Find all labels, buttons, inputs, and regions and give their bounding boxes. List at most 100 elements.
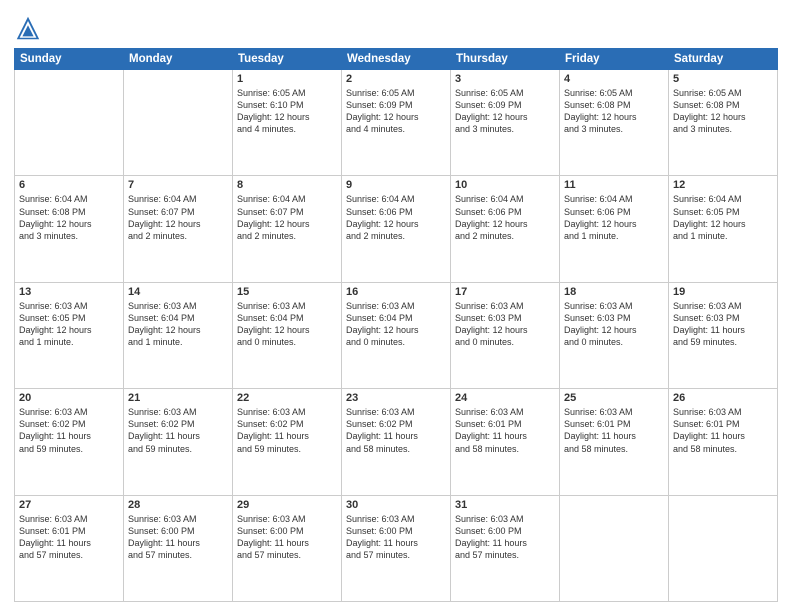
day-number: 14 [128, 286, 228, 298]
cell-content: Sunrise: 6:05 AM Sunset: 6:09 PM Dayligh… [346, 87, 446, 136]
day-number: 6 [19, 179, 119, 191]
cell-content: Sunrise: 6:03 AM Sunset: 6:01 PM Dayligh… [673, 406, 773, 455]
calendar-cell: 1 Sunrise: 6:05 AM Sunset: 6:10 PM Daylig… [233, 70, 342, 176]
day-number: 17 [455, 286, 555, 298]
day-number: 4 [564, 73, 664, 85]
cell-content: Sunrise: 6:04 AM Sunset: 6:07 PM Dayligh… [237, 193, 337, 242]
cell-content: Sunrise: 6:03 AM Sunset: 6:00 PM Dayligh… [346, 513, 446, 562]
cell-content: Sunrise: 6:03 AM Sunset: 6:01 PM Dayligh… [19, 513, 119, 562]
calendar-cell: 28 Sunrise: 6:03 AM Sunset: 6:00 PM Dayli… [124, 495, 233, 601]
weekday-header: Tuesday [233, 49, 342, 70]
cell-content: Sunrise: 6:03 AM Sunset: 6:02 PM Dayligh… [237, 406, 337, 455]
day-number: 26 [673, 392, 773, 404]
day-number: 8 [237, 179, 337, 191]
cell-content: Sunrise: 6:03 AM Sunset: 6:03 PM Dayligh… [673, 300, 773, 349]
week-row: 27Sunrise: 6:03 AM Sunset: 6:01 PM Dayli… [15, 495, 778, 601]
calendar-cell: 11 Sunrise: 6:04 AM Sunset: 6:06 PM Dayli… [560, 176, 669, 282]
calendar-cell [669, 495, 778, 601]
day-number: 3 [455, 73, 555, 85]
calendar-cell: 6 Sunrise: 6:04 AM Sunset: 6:08 PM Daylig… [15, 176, 124, 282]
calendar-cell: 10 Sunrise: 6:04 AM Sunset: 6:06 PM Dayli… [451, 176, 560, 282]
calendar-cell [124, 70, 233, 176]
weekday-header: Sunday [15, 49, 124, 70]
cell-content: Sunrise: 6:03 AM Sunset: 6:04 PM Dayligh… [346, 300, 446, 349]
day-number: 24 [455, 392, 555, 404]
calendar-cell: 18 Sunrise: 6:03 AM Sunset: 6:03 PM Dayli… [560, 282, 669, 388]
weekday-header: Friday [560, 49, 669, 70]
cell-content: Sunrise: 6:04 AM Sunset: 6:06 PM Dayligh… [346, 193, 446, 242]
calendar-cell: 2 Sunrise: 6:05 AM Sunset: 6:09 PM Daylig… [342, 70, 451, 176]
day-number: 28 [128, 499, 228, 511]
week-row: 13 Sunrise: 6:03 AM Sunset: 6:05 PM Dayli… [15, 282, 778, 388]
day-number: 16 [346, 286, 446, 298]
day-number: 25 [564, 392, 664, 404]
cell-content: Sunrise: 6:05 AM Sunset: 6:09 PM Dayligh… [455, 87, 555, 136]
cell-content: Sunrise: 6:03 AM Sunset: 6:03 PM Dayligh… [564, 300, 664, 349]
weekday-row: SundayMondayTuesdayWednesdayThursdayFrid… [15, 49, 778, 70]
cell-content: Sunrise: 6:03 AM Sunset: 6:02 PM Dayligh… [128, 406, 228, 455]
day-number: 23 [346, 392, 446, 404]
weekday-header: Wednesday [342, 49, 451, 70]
day-number: 15 [237, 286, 337, 298]
day-number: 2 [346, 73, 446, 85]
cell-content: Sunrise: 6:03 AM Sunset: 6:04 PM Dayligh… [128, 300, 228, 349]
cell-content: Sunrise: 6:03 AM Sunset: 6:00 PM Dayligh… [128, 513, 228, 562]
day-number: 21 [128, 392, 228, 404]
day-number: 19 [673, 286, 773, 298]
cell-content: Sunrise: 6:04 AM Sunset: 6:06 PM Dayligh… [564, 193, 664, 242]
weekday-header: Thursday [451, 49, 560, 70]
day-number: 29 [237, 499, 337, 511]
calendar-cell: 5 Sunrise: 6:05 AM Sunset: 6:08 PM Daylig… [669, 70, 778, 176]
calendar-cell: 19 Sunrise: 6:03 AM Sunset: 6:03 PM Dayli… [669, 282, 778, 388]
cell-content: Sunrise: 6:03 AM Sunset: 6:03 PM Dayligh… [455, 300, 555, 349]
cell-content: Sunrise: 6:04 AM Sunset: 6:06 PM Dayligh… [455, 193, 555, 242]
cell-content: Sunrise: 6:05 AM Sunset: 6:08 PM Dayligh… [673, 87, 773, 136]
calendar-cell: 12Sunrise: 6:04 AM Sunset: 6:05 PM Dayli… [669, 176, 778, 282]
cell-content: Sunrise: 6:05 AM Sunset: 6:10 PM Dayligh… [237, 87, 337, 136]
week-row: 6 Sunrise: 6:04 AM Sunset: 6:08 PM Daylig… [15, 176, 778, 282]
logo [14, 14, 44, 42]
cell-content: Sunrise: 6:05 AM Sunset: 6:08 PM Dayligh… [564, 87, 664, 136]
calendar-cell: 27Sunrise: 6:03 AM Sunset: 6:01 PM Dayli… [15, 495, 124, 601]
calendar-header: SundayMondayTuesdayWednesdayThursdayFrid… [15, 49, 778, 70]
day-number: 13 [19, 286, 119, 298]
week-row: 20Sunrise: 6:03 AM Sunset: 6:02 PM Dayli… [15, 389, 778, 495]
cell-content: Sunrise: 6:03 AM Sunset: 6:04 PM Dayligh… [237, 300, 337, 349]
calendar-cell [560, 495, 669, 601]
calendar-cell: 7 Sunrise: 6:04 AM Sunset: 6:07 PM Daylig… [124, 176, 233, 282]
calendar-cell: 13 Sunrise: 6:03 AM Sunset: 6:05 PM Dayli… [15, 282, 124, 388]
cell-content: Sunrise: 6:03 AM Sunset: 6:00 PM Dayligh… [237, 513, 337, 562]
cell-content: Sunrise: 6:03 AM Sunset: 6:00 PM Dayligh… [455, 513, 555, 562]
logo-icon [14, 14, 42, 42]
calendar-cell: 24 Sunrise: 6:03 AM Sunset: 6:01 PM Dayli… [451, 389, 560, 495]
cell-content: Sunrise: 6:04 AM Sunset: 6:05 PM Dayligh… [673, 193, 773, 242]
calendar-cell: 30 Sunrise: 6:03 AM Sunset: 6:00 PM Dayli… [342, 495, 451, 601]
calendar-cell: 4 Sunrise: 6:05 AM Sunset: 6:08 PM Daylig… [560, 70, 669, 176]
day-number: 5 [673, 73, 773, 85]
day-number: 31 [455, 499, 555, 511]
day-number: 7 [128, 179, 228, 191]
calendar-table: SundayMondayTuesdayWednesdayThursdayFrid… [14, 48, 778, 602]
day-number: 30 [346, 499, 446, 511]
calendar-cell: 8 Sunrise: 6:04 AM Sunset: 6:07 PM Daylig… [233, 176, 342, 282]
cell-content: Sunrise: 6:03 AM Sunset: 6:05 PM Dayligh… [19, 300, 119, 349]
day-number: 22 [237, 392, 337, 404]
cell-content: Sunrise: 6:04 AM Sunset: 6:08 PM Dayligh… [19, 193, 119, 242]
calendar-cell: 25 Sunrise: 6:03 AM Sunset: 6:01 PM Dayli… [560, 389, 669, 495]
cell-content: Sunrise: 6:03 AM Sunset: 6:01 PM Dayligh… [455, 406, 555, 455]
calendar-cell: 17 Sunrise: 6:03 AM Sunset: 6:03 PM Dayli… [451, 282, 560, 388]
cell-content: Sunrise: 6:03 AM Sunset: 6:01 PM Dayligh… [564, 406, 664, 455]
calendar-cell: 16 Sunrise: 6:03 AM Sunset: 6:04 PM Dayli… [342, 282, 451, 388]
weekday-header: Monday [124, 49, 233, 70]
header [14, 10, 778, 42]
day-number: 1 [237, 73, 337, 85]
day-number: 18 [564, 286, 664, 298]
weekday-header: Saturday [669, 49, 778, 70]
day-number: 11 [564, 179, 664, 191]
cell-content: Sunrise: 6:04 AM Sunset: 6:07 PM Dayligh… [128, 193, 228, 242]
day-number: 9 [346, 179, 446, 191]
calendar-cell: 23Sunrise: 6:03 AM Sunset: 6:02 PM Dayli… [342, 389, 451, 495]
calendar-cell [15, 70, 124, 176]
calendar-cell: 9 Sunrise: 6:04 AM Sunset: 6:06 PM Daylig… [342, 176, 451, 282]
day-number: 10 [455, 179, 555, 191]
